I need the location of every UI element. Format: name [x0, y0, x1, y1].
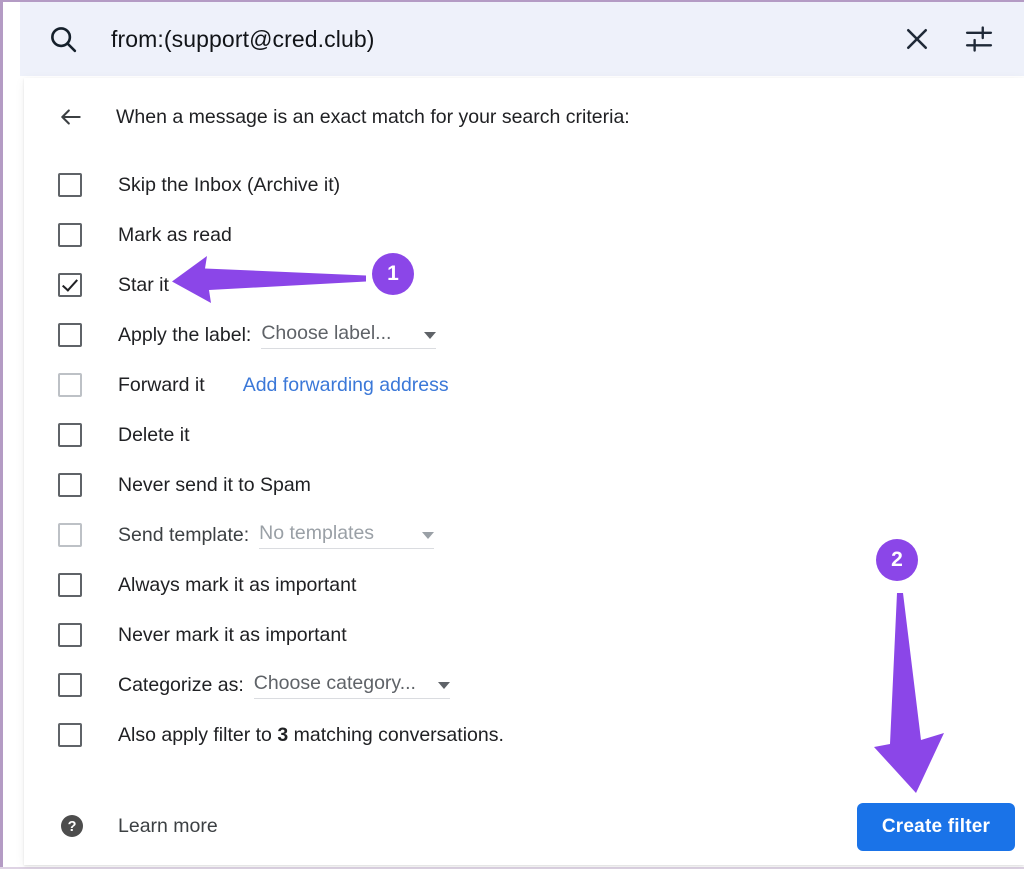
chevron-down-icon [422, 531, 435, 539]
category-dropdown[interactable]: Choose category... [253, 671, 450, 699]
page-frame-left [0, 0, 3, 869]
option-label: Never send it to Spam [118, 473, 311, 496]
option-row-also-apply-filter[interactable]: Also apply filter to 3 matching conversa… [58, 710, 988, 760]
checkbox-mark-as-read[interactable] [58, 223, 82, 247]
option-row-delete-it[interactable]: Delete it [58, 410, 988, 460]
checkbox-star-it[interactable] [43, 258, 97, 312]
option-label: Star it [118, 273, 169, 296]
option-row-never-important[interactable]: Never mark it as important [58, 610, 988, 660]
option-label: Forward it [118, 373, 205, 396]
option-label-also-apply: Also apply filter to 3 matching conversa… [118, 724, 504, 747]
checkbox-delete-it[interactable] [58, 423, 82, 447]
step-badge-2: 2 [876, 539, 918, 581]
panel-header: When a message is an exact match for you… [58, 104, 630, 130]
checkbox-never-spam[interactable] [58, 473, 82, 497]
checkbox-always-important[interactable] [58, 573, 82, 597]
matching-conversation-count: 3 [277, 723, 289, 746]
checkbox-focus-ring [43, 258, 97, 312]
chevron-down-icon [437, 681, 450, 689]
label-dropdown-value: Choose label... [261, 321, 392, 344]
checkbox-also-apply-filter[interactable] [58, 723, 82, 747]
also-apply-suffix: matching conversations. [288, 723, 504, 746]
search-icon[interactable] [48, 24, 78, 54]
option-row-categorize-as[interactable]: Categorize as: Choose category... [58, 660, 988, 710]
template-dropdown-value: No templates [259, 521, 375, 544]
option-row-mark-as-read[interactable]: Mark as read [58, 210, 988, 260]
chevron-down-icon [424, 331, 437, 339]
option-label: Categorize as: [118, 673, 244, 696]
learn-more-label[interactable]: Learn more [118, 815, 218, 838]
template-dropdown[interactable]: No templates [259, 521, 435, 549]
screenshot-root: from:(support@cred.club) When a message … [0, 0, 1024, 869]
option-row-always-important[interactable]: Always mark it as important [58, 560, 988, 610]
close-icon[interactable] [902, 24, 932, 54]
filter-action-list: Skip the Inbox (Archive it) Mark as read… [43, 160, 988, 760]
category-dropdown-value: Choose category... [253, 671, 416, 694]
option-label: Delete it [118, 423, 190, 446]
option-label: Never mark it as important [118, 623, 347, 646]
label-dropdown[interactable]: Choose label... [261, 321, 437, 349]
option-row-apply-label[interactable]: Apply the label: Choose label... [58, 310, 988, 360]
option-row-send-template[interactable]: Send template: No templates [58, 510, 988, 560]
learn-more-group[interactable]: ? Learn more [60, 814, 218, 838]
checkbox-never-important[interactable] [58, 623, 82, 647]
search-input[interactable]: from:(support@cred.club) [111, 26, 902, 53]
option-row-skip-inbox[interactable]: Skip the Inbox (Archive it) [58, 160, 988, 210]
checkbox-forward-it[interactable] [58, 373, 82, 397]
option-label: Always mark it as important [118, 573, 357, 596]
step-badge-1: 1 [372, 253, 414, 295]
checkbox-categorize-as[interactable] [58, 673, 82, 697]
checkbox-skip-inbox[interactable] [58, 173, 82, 197]
option-label: Skip the Inbox (Archive it) [118, 173, 341, 196]
checkbox-send-template[interactable] [58, 523, 82, 547]
search-actions [902, 24, 994, 54]
help-circle-icon[interactable]: ? [60, 814, 84, 838]
add-forwarding-address-link[interactable]: Add forwarding address [243, 374, 449, 397]
option-row-never-spam[interactable]: Never send it to Spam [58, 460, 988, 510]
option-row-star-it[interactable]: Star it [43, 258, 988, 312]
option-row-forward-it[interactable]: Forward it Add forwarding address [58, 360, 988, 410]
arrow-left-icon[interactable] [58, 104, 84, 130]
also-apply-prefix: Also apply filter to [118, 723, 278, 746]
search-bar: from:(support@cred.club) [20, 2, 1024, 76]
tune-sliders-icon[interactable] [964, 24, 994, 54]
option-label: Mark as read [118, 223, 232, 246]
option-label: Apply the label: [118, 323, 252, 346]
option-label: Send template: [118, 523, 250, 546]
checkbox-apply-label[interactable] [58, 323, 82, 347]
create-filter-button[interactable]: Create filter [857, 803, 1015, 851]
svg-text:?: ? [68, 819, 77, 835]
filter-options-panel: When a message is an exact match for you… [24, 78, 1024, 865]
panel-heading: When a message is an exact match for you… [116, 105, 630, 128]
